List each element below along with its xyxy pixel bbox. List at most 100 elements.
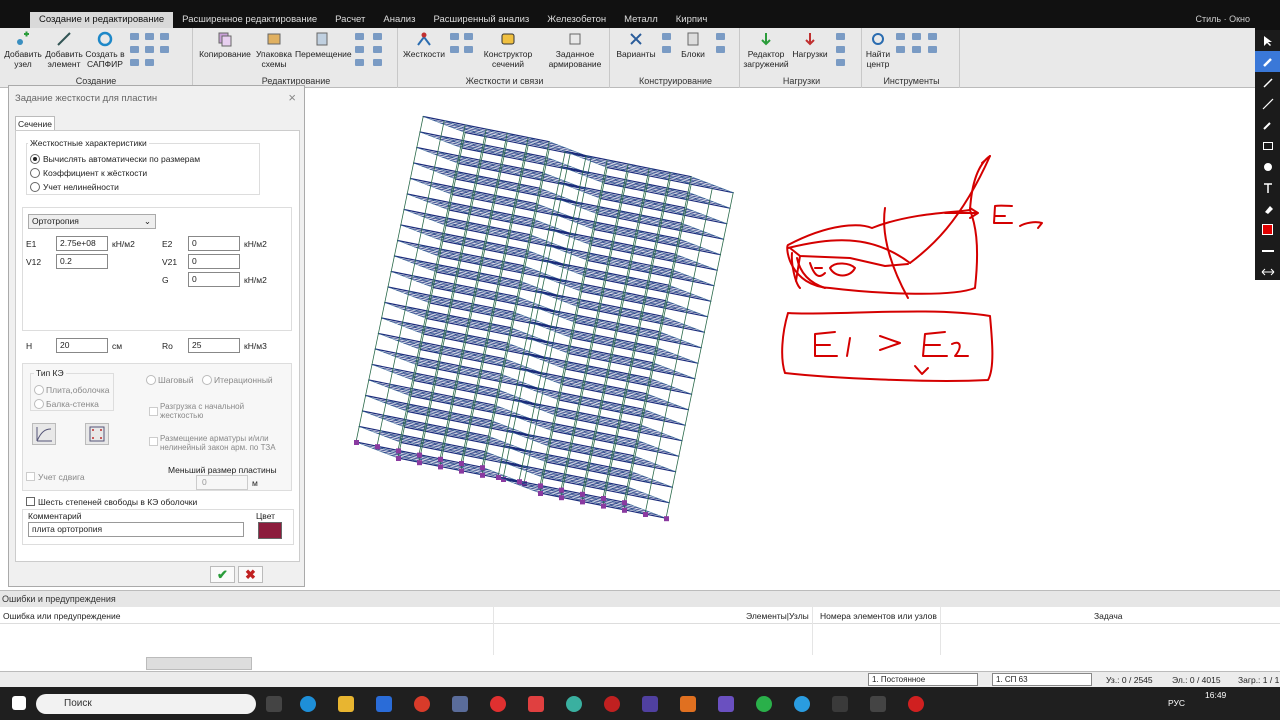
curve-chart-icon[interactable] xyxy=(32,423,56,445)
norm-select[interactable]: 1. СП 63 xyxy=(992,673,1092,686)
brush-icon[interactable] xyxy=(1255,114,1280,135)
app-icon[interactable] xyxy=(376,696,392,712)
pack-scheme-button[interactable]: Упаковка схемы xyxy=(253,31,295,69)
model-canvas[interactable] xyxy=(310,88,1255,588)
material-type-select[interactable]: Ортотропия ⌄ xyxy=(28,214,156,229)
pointer-icon[interactable] xyxy=(1255,30,1280,51)
text-icon[interactable] xyxy=(1255,177,1280,198)
small-tool-icon[interactable] xyxy=(716,33,725,40)
section-constructor-button[interactable]: Конструктор сечений xyxy=(480,31,536,69)
small-tool-icon[interactable] xyxy=(373,46,382,53)
small-tool-icon[interactable] xyxy=(160,33,169,40)
app-icon[interactable] xyxy=(718,696,734,712)
pen-icon[interactable] xyxy=(1255,72,1280,93)
move-button[interactable]: Перемещение xyxy=(295,31,352,59)
app-icon[interactable] xyxy=(870,696,886,712)
small-tool-icon[interactable] xyxy=(464,33,473,40)
shear-checkbox[interactable] xyxy=(26,472,35,481)
h-input[interactable]: 20 xyxy=(56,338,108,353)
radio-fe-plate[interactable] xyxy=(34,385,44,395)
whatsapp-icon[interactable] xyxy=(756,696,772,712)
small-tool-icon[interactable] xyxy=(130,33,139,40)
load-editor-button[interactable]: Редактор загружений xyxy=(742,31,790,69)
small-tool-icon[interactable] xyxy=(836,33,845,40)
taskbar-search[interactable]: Поиск xyxy=(36,694,256,714)
rebar-layout-icon[interactable] xyxy=(85,423,109,445)
stiffness-button[interactable]: Жесткости xyxy=(402,31,446,59)
radio-iterative[interactable] xyxy=(202,375,212,385)
windows-start-icon[interactable] xyxy=(12,696,26,710)
tab-calculation[interactable]: Расчет xyxy=(326,12,374,28)
small-tool-icon[interactable] xyxy=(912,46,921,53)
app-icon[interactable] xyxy=(452,696,468,712)
ro-input[interactable]: 25 xyxy=(188,338,240,353)
small-tool-icon[interactable] xyxy=(130,59,139,66)
tab-advanced-edit[interactable]: Расширенное редактирование xyxy=(173,12,326,28)
arrows-icon[interactable] xyxy=(1255,261,1280,282)
rebar-placement-checkbox[interactable] xyxy=(149,437,158,446)
rectangle-icon[interactable] xyxy=(1255,135,1280,156)
small-tool-icon[interactable] xyxy=(928,33,937,40)
ok-button[interactable]: ✔ xyxy=(210,566,235,583)
app-icon[interactable] xyxy=(566,696,582,712)
color-red-icon[interactable] xyxy=(1255,219,1280,240)
app-icon[interactable] xyxy=(680,696,696,712)
variants-button[interactable]: Варианты xyxy=(614,31,658,59)
small-tool-icon[interactable] xyxy=(355,33,364,40)
add-element-button[interactable]: Добавить элемент xyxy=(43,31,85,69)
v21-input[interactable]: 0 xyxy=(188,254,240,269)
unload-checkbox[interactable] xyxy=(149,407,158,416)
find-center-button[interactable]: Найти центр xyxy=(864,31,892,69)
given-reinforcement-button[interactable]: Заданное армирование xyxy=(544,31,606,69)
small-tool-icon[interactable] xyxy=(464,46,473,53)
small-tool-icon[interactable] xyxy=(896,33,905,40)
radio-fe-beam[interactable] xyxy=(34,399,44,409)
small-tool-icon[interactable] xyxy=(373,59,382,66)
small-tool-icon[interactable] xyxy=(928,46,937,53)
copy-button[interactable]: Копирование xyxy=(197,31,253,59)
yandex-icon[interactable] xyxy=(490,696,506,712)
e1-input[interactable]: 2.75e+08 xyxy=(56,236,108,251)
small-tool-icon[interactable] xyxy=(716,46,725,53)
six-dof-checkbox[interactable] xyxy=(26,497,35,506)
explorer-icon[interactable] xyxy=(338,696,354,712)
marker-icon[interactable] xyxy=(1255,51,1280,72)
small-tool-icon[interactable] xyxy=(896,46,905,53)
record-icon[interactable] xyxy=(908,696,924,712)
tab-create-edit[interactable]: Создание и редактирование xyxy=(30,12,174,28)
e2-input[interactable]: 0 xyxy=(188,236,240,251)
small-tool-icon[interactable] xyxy=(836,46,845,53)
tab-section[interactable]: Сечение xyxy=(15,116,55,131)
small-tool-icon[interactable] xyxy=(160,46,169,53)
loads-button[interactable]: Нагрузки xyxy=(790,31,830,59)
radio-coefficient[interactable] xyxy=(30,168,40,178)
radio-step[interactable] xyxy=(146,375,156,385)
small-tool-icon[interactable] xyxy=(662,46,671,53)
cancel-button[interactable]: ✖ xyxy=(238,566,263,583)
create-in-sapfir-button[interactable]: Создать в САПФИР xyxy=(85,31,125,69)
small-tool-icon[interactable] xyxy=(130,46,139,53)
add-node-button[interactable]: Добавить узел xyxy=(3,31,43,69)
small-tool-icon[interactable] xyxy=(145,46,154,53)
lira-icon[interactable] xyxy=(642,696,658,712)
app-icon[interactable] xyxy=(528,696,544,712)
tab-brick[interactable]: Кирпич xyxy=(667,12,717,28)
telegram-icon[interactable] xyxy=(794,696,810,712)
app-icon[interactable] xyxy=(832,696,848,712)
small-tool-icon[interactable] xyxy=(662,33,671,40)
chrome-icon[interactable] xyxy=(414,696,430,712)
min-size-input[interactable]: 0 xyxy=(196,475,248,490)
view-toolbar[interactable] xyxy=(146,657,252,670)
language-indicator[interactable]: РУС xyxy=(1168,698,1185,708)
edge-icon[interactable] xyxy=(300,696,316,712)
tab-metal[interactable]: Металл xyxy=(615,12,667,28)
record-icon[interactable] xyxy=(604,696,620,712)
small-tool-icon[interactable] xyxy=(145,59,154,66)
small-tool-icon[interactable] xyxy=(836,59,845,66)
small-tool-icon[interactable] xyxy=(450,46,459,53)
task-view-icon[interactable] xyxy=(266,696,282,712)
shapes-icon[interactable] xyxy=(1255,156,1280,177)
small-tool-icon[interactable] xyxy=(355,46,364,53)
line-icon[interactable] xyxy=(1255,93,1280,114)
color-swatch[interactable] xyxy=(258,522,282,539)
